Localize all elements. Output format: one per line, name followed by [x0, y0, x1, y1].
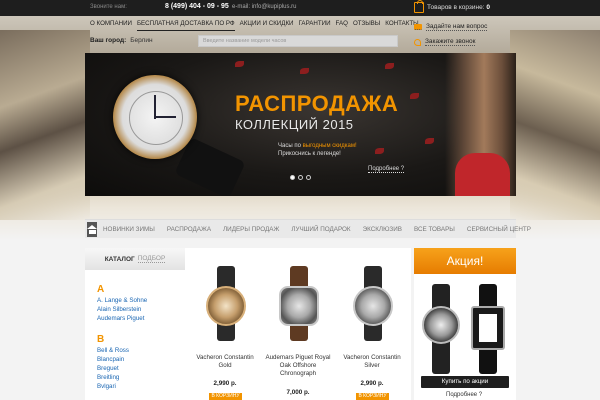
- leaf-decoration: [300, 68, 309, 74]
- product-price: 7,000 р.: [286, 389, 310, 396]
- shopping-bag-icon[interactable]: [414, 0, 424, 13]
- catnav-all-products[interactable]: ВСЕ ТОВАРЫ: [408, 226, 461, 233]
- leaf-decoration: [410, 93, 419, 99]
- slider-dot[interactable]: [306, 175, 311, 180]
- brand-link[interactable]: Bvlgari: [97, 383, 116, 390]
- ask-question-link[interactable]: Задайте нам вопрос: [414, 22, 488, 32]
- product-card[interactable]: Vacheron Constantin Gold 2,990 р. В КОРЗ…: [190, 248, 260, 400]
- product-image[interactable]: [206, 266, 246, 341]
- envelope-icon: [414, 24, 422, 30]
- nav-promotions[interactable]: АКЦИИ И СКИДКИ: [240, 20, 294, 31]
- city-selector[interactable]: Ваш город: Берлин: [90, 37, 153, 44]
- brand-link[interactable]: Alain Silberstein: [97, 306, 141, 313]
- brand-link[interactable]: Breitling: [97, 374, 119, 381]
- banner-more-link[interactable]: Подробнее ?: [368, 166, 405, 173]
- city-label: Ваш город:: [90, 37, 127, 44]
- product-name[interactable]: Vacheron Constantin Gold: [190, 354, 260, 370]
- background-mountains-left: [0, 30, 90, 220]
- brand-letter: B: [97, 334, 105, 345]
- call-label: Звоните нам:: [90, 4, 127, 10]
- top-bar: Звоните нам: 8 (499) 404 - 09 - 95 e-mai…: [0, 0, 600, 16]
- add-to-cart-button[interactable]: В КОРЗИНУ: [356, 393, 389, 400]
- promo-watch-image: [422, 284, 460, 374]
- home-button[interactable]: [87, 221, 97, 237]
- promo-title: Акция!: [414, 248, 516, 274]
- product-price: 2,990 р.: [213, 380, 237, 387]
- slider-dot[interactable]: [290, 175, 295, 180]
- leaf-decoration: [425, 138, 434, 144]
- background-mountains-right: [510, 30, 600, 220]
- brand-letter: A: [97, 284, 105, 295]
- product-grid: Vacheron Constantin Gold 2,990 р. В КОРЗ…: [185, 248, 411, 400]
- banner-headline: РАСПРОДАЖА: [235, 91, 399, 116]
- email-link[interactable]: e-mail: info@kupiplus.ru: [232, 4, 296, 10]
- catnav-exclusive[interactable]: ЭКСКЛЮЗИВ: [357, 226, 408, 233]
- promo-more-link[interactable]: Подробнее ?: [446, 392, 482, 398]
- add-to-cart-button[interactable]: В КОРЗИНУ: [209, 393, 242, 400]
- phone-icon: [414, 38, 421, 46]
- brand-link[interactable]: A. Lange & Sohne: [97, 297, 147, 304]
- brand-link[interactable]: Blancpain: [97, 356, 124, 363]
- filter-tab[interactable]: ПОДБОР: [137, 255, 166, 263]
- catalog-tab[interactable]: КАТАЛОГ: [105, 256, 135, 263]
- category-nav: НОВИНКИ ЗИМЫ РАСПРОДАЖА ЛИДЕРЫ ПРОДАЖ ЛУ…: [85, 219, 531, 238]
- product-image[interactable]: [353, 266, 393, 341]
- promo-block: Акция! Купить по акции Подробнее ?: [414, 248, 516, 400]
- brand-link[interactable]: Breguet: [97, 365, 119, 372]
- leaf-decoration: [235, 61, 244, 67]
- search-input[interactable]: [199, 36, 397, 46]
- catnav-sale[interactable]: РАСПРОДАЖА: [161, 226, 217, 233]
- product-name[interactable]: Audemars Piguet Royal Oak Offshore Chron…: [263, 354, 333, 378]
- cart-count: 0: [486, 4, 490, 11]
- watch-image: [113, 75, 197, 159]
- request-call-label: Закажите звонок: [425, 38, 476, 46]
- catnav-best-gift[interactable]: ЛУЧШИЙ ПОДАРОК: [285, 226, 356, 233]
- main-nav: О КОМПАНИИ БЕСПЛАТНАЯ ДОСТАВКА ПО РФ АКЦ…: [90, 20, 419, 31]
- catalog-header: КАТАЛОГ ПОДБОР: [85, 248, 185, 270]
- hero-banner[interactable]: РАСПРОДАЖА КОЛЛЕКЦИЙ 2015 Часы по выгодн…: [85, 53, 516, 196]
- product-card[interactable]: Vacheron Constantin Silver 2,990 р. В КО…: [337, 248, 407, 400]
- leaf-decoration: [385, 63, 394, 69]
- home-icon: [87, 225, 97, 229]
- product-image[interactable]: [279, 266, 319, 341]
- search-box: [198, 35, 398, 47]
- product-name[interactable]: Vacheron Constantin Silver: [337, 354, 407, 370]
- request-call-link[interactable]: Закажите звонок: [414, 37, 476, 47]
- catnav-winter-new[interactable]: НОВИНКИ ЗИМЫ: [97, 226, 161, 233]
- slider-dots: [290, 175, 311, 180]
- ask-question-label: Задайте нам вопрос: [426, 23, 488, 31]
- buy-promo-button[interactable]: Купить по акции: [421, 376, 509, 388]
- product-price: 2,990 р.: [360, 380, 384, 387]
- nav-faq[interactable]: FAQ: [336, 20, 348, 31]
- brand-link[interactable]: Bell & Ross: [97, 347, 129, 354]
- slider-dot[interactable]: [298, 175, 303, 180]
- brand-link[interactable]: Audemars Piguet: [97, 315, 144, 322]
- model-photo: [445, 53, 516, 196]
- nav-reviews[interactable]: ОТЗЫВЫ: [353, 20, 380, 31]
- city-value[interactable]: Берлин: [130, 37, 152, 44]
- nav-about[interactable]: О КОМПАНИИ: [90, 20, 132, 31]
- banner-subheadline: КОЛЛЕКЦИЙ 2015: [235, 117, 354, 132]
- nav-guarantees[interactable]: ГАРАНТИИ: [299, 20, 331, 31]
- cart-summary[interactable]: Товаров в корзине: 0: [427, 4, 490, 11]
- catnav-service-center[interactable]: СЕРВИСНЫЙ ЦЕНТР: [461, 226, 537, 233]
- leaf-decoration: [375, 148, 384, 154]
- catnav-bestsellers[interactable]: ЛИДЕРЫ ПРОДАЖ: [217, 226, 285, 233]
- phone-number[interactable]: 8 (499) 404 - 09 - 95: [165, 3, 229, 10]
- nav-free-delivery[interactable]: БЕСПЛАТНАЯ ДОСТАВКА ПО РФ: [136, 20, 235, 31]
- product-card[interactable]: Audemars Piguet Royal Oak Offshore Chron…: [263, 248, 333, 400]
- promo-watch-image: [468, 284, 508, 374]
- banner-text: Часы по выгодным скидкам! Прикоснись к л…: [278, 143, 357, 157]
- catalog-sidebar: КАТАЛОГ ПОДБОР A A. Lange & Sohne Alain …: [85, 248, 185, 400]
